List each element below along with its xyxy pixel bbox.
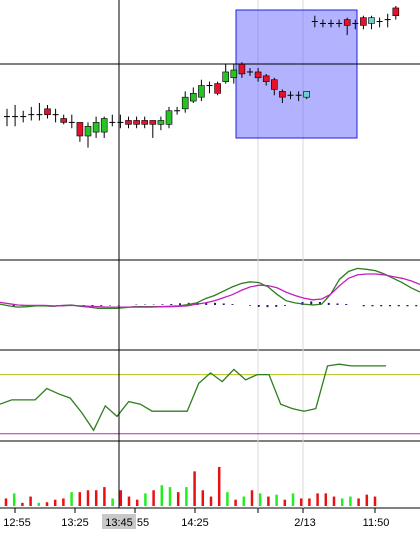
candle: [84, 122, 92, 148]
x-tick-label: 55: [137, 517, 149, 529]
candle: [100, 116, 108, 138]
candle-body: [157, 120, 165, 125]
candle-body: [44, 108, 51, 115]
candle-body: [198, 85, 205, 98]
candle: [92, 116, 100, 138]
candle: [52, 108, 59, 123]
candle: [4, 108, 10, 127]
candle-body: [303, 91, 311, 98]
candle-body: [360, 17, 367, 26]
candle-body: [100, 118, 108, 133]
candle: [60, 114, 68, 125]
x-axis: 12:55 13:25 13:45 55 14:25 2/13 11:50: [0, 508, 420, 529]
x-tick-label: 13:25: [61, 517, 89, 529]
candle: [20, 110, 27, 123]
oscillator-line: [0, 363, 386, 432]
macd-lines: [0, 267, 420, 310]
x-tick-label: 11:50: [363, 517, 390, 529]
candle: [174, 106, 181, 115]
candle-body: [262, 75, 270, 82]
candle: [76, 122, 84, 142]
candle: [392, 6, 400, 20]
macd-line: [0, 273, 420, 308]
candle: [133, 116, 140, 129]
candle: [376, 17, 383, 28]
candle-body: [254, 71, 262, 79]
candle-body: [368, 17, 375, 24]
x-tick-label: 2/13: [294, 517, 315, 529]
candle-body: [270, 79, 278, 90]
trading-chart[interactable]: 12:55 13:25 13:45 55 14:25 2/13 11:50: [0, 0, 420, 541]
candle: [157, 116, 165, 131]
chart-canvas[interactable]: 12:55 13:25 13:45 55 14:25 2/13 11:50: [0, 0, 420, 541]
candle-body: [165, 110, 173, 125]
candle-body: [238, 63, 246, 75]
oscillator-levels: [0, 374, 420, 435]
volume-bars: [4, 466, 377, 506]
candle-body: [214, 83, 221, 94]
candle: [190, 87, 197, 103]
candle-body: [230, 69, 238, 79]
candle-body: [343, 19, 351, 26]
candle: [12, 104, 19, 127]
candle: [149, 120, 157, 138]
candle: [141, 116, 148, 129]
candle: [165, 106, 173, 129]
candle-body: [76, 122, 84, 137]
candle-body: [149, 120, 157, 125]
candle-body: [141, 120, 148, 125]
candle: [360, 15, 367, 30]
crosshair-x-label: 13:45: [105, 517, 133, 529]
candle: [206, 81, 213, 94]
candle: [214, 81, 221, 96]
candle: [125, 116, 132, 129]
candle-body: [125, 120, 132, 125]
candle: [68, 114, 75, 129]
candle: [44, 104, 51, 119]
candle-body: [92, 122, 100, 133]
x-tick-label: 12:55: [3, 517, 31, 529]
candle: [198, 79, 205, 102]
candle: [109, 114, 116, 127]
candle: [117, 114, 124, 129]
candle: [368, 15, 375, 30]
candle: [181, 91, 189, 113]
candle: [222, 64, 229, 84]
candle-body: [181, 96, 189, 110]
candle-body: [222, 71, 229, 82]
candle-body: [190, 93, 197, 102]
selection-box[interactable]: [235, 9, 358, 139]
candle-body: [279, 91, 286, 98]
candle: [28, 106, 35, 121]
candle-body: [84, 125, 92, 137]
x-tick-label: 14:25: [181, 517, 209, 529]
macd-histogram: [12, 301, 418, 308]
oscillator-lines: [0, 363, 386, 432]
candle: [36, 103, 43, 121]
candle: [384, 13, 391, 28]
candle-body: [392, 7, 400, 17]
candle-body: [133, 120, 140, 125]
candle-body: [60, 118, 68, 123]
